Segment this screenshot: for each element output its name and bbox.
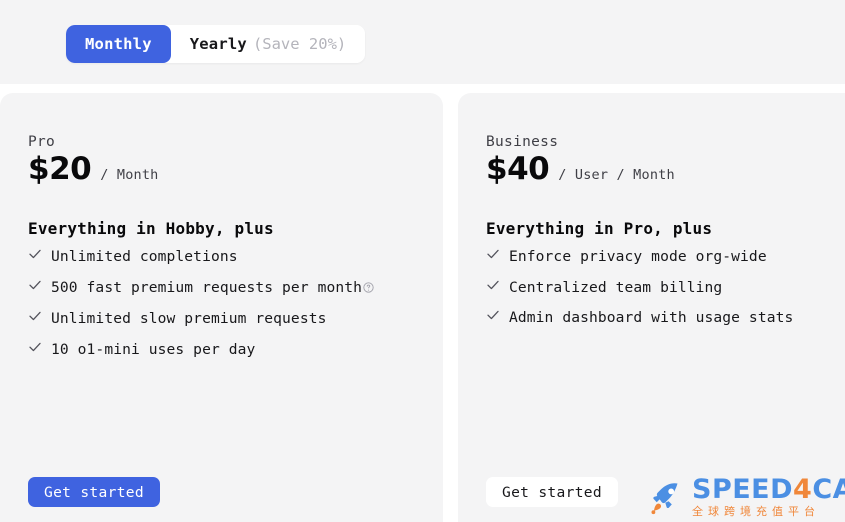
pricing-page: Monthly Yearly (Save 20%) Pro $20 / Mont…	[0, 0, 845, 522]
plan-price-unit-business: / User / Month	[558, 167, 675, 183]
feature-item: 500 fast premium requests per month	[28, 276, 443, 302]
header-band: Monthly Yearly (Save 20%)	[0, 0, 845, 84]
get-started-button-pro[interactable]: Get started	[28, 477, 160, 507]
get-started-button-business[interactable]: Get started	[486, 477, 618, 507]
plan-card-business-content: Business $40 / User / Month Everything i…	[486, 93, 845, 522]
check-icon	[28, 247, 42, 267]
plan-tagline-pro: Everything in Hobby, plus	[28, 219, 274, 238]
feature-label-text: 500 fast premium requests per month	[51, 278, 363, 296]
toggle-option-yearly[interactable]: Yearly	[171, 25, 253, 63]
plan-card-business: Business $40 / User / Month Everything i…	[458, 93, 845, 522]
feature-label: Enforce privacy mode org-wide	[509, 248, 767, 265]
feature-label: Centralized team billing	[509, 278, 723, 296]
check-icon	[28, 309, 42, 329]
yearly-savings-note: (Save 20%)	[252, 25, 366, 63]
feature-label: 500 fast premium requests per month	[51, 276, 374, 302]
plan-price-row-pro: $20 / Month	[28, 151, 159, 187]
feature-item: Unlimited completions	[28, 245, 443, 270]
plan-price-pro: $20	[28, 151, 92, 187]
plan-price-row-business: $40 / User / Month	[486, 151, 675, 187]
feature-list-business: Enforce privacy mode org-wide Centralize…	[486, 245, 845, 337]
plan-card-pro-content: Pro $20 / Month Everything in Hobby, plu…	[28, 93, 443, 522]
feature-label: Unlimited completions	[51, 248, 238, 265]
feature-label: Unlimited slow premium requests	[51, 310, 327, 328]
feature-item: Enforce privacy mode org-wide	[486, 245, 845, 270]
feature-item: Centralized team billing	[486, 276, 845, 301]
check-icon	[486, 308, 500, 328]
check-icon	[486, 247, 500, 267]
check-icon	[28, 278, 42, 298]
plan-price-unit-pro: / Month	[100, 167, 159, 183]
feature-list-pro: Unlimited completions 500 fast premium r…	[28, 245, 443, 368]
help-circle-icon[interactable]	[363, 277, 374, 302]
feature-item: Unlimited slow premium requests	[28, 307, 443, 332]
plan-card-pro: Pro $20 / Month Everything in Hobby, plu…	[0, 93, 443, 522]
billing-period-toggle[interactable]: Monthly Yearly (Save 20%)	[66, 25, 366, 63]
plan-name-business: Business	[486, 134, 559, 150]
plan-tagline-business: Everything in Pro, plus	[486, 219, 713, 238]
feature-item: 10 o1-mini uses per day	[28, 338, 443, 363]
plan-name-pro: Pro	[28, 134, 56, 150]
feature-item: Admin dashboard with usage stats	[486, 306, 845, 331]
plan-price-business: $40	[486, 151, 550, 187]
feature-label: 10 o1-mini uses per day	[51, 340, 256, 358]
feature-label: Admin dashboard with usage stats	[509, 309, 794, 327]
toggle-option-monthly[interactable]: Monthly	[66, 25, 171, 63]
check-icon	[486, 278, 500, 298]
check-icon	[28, 340, 42, 360]
